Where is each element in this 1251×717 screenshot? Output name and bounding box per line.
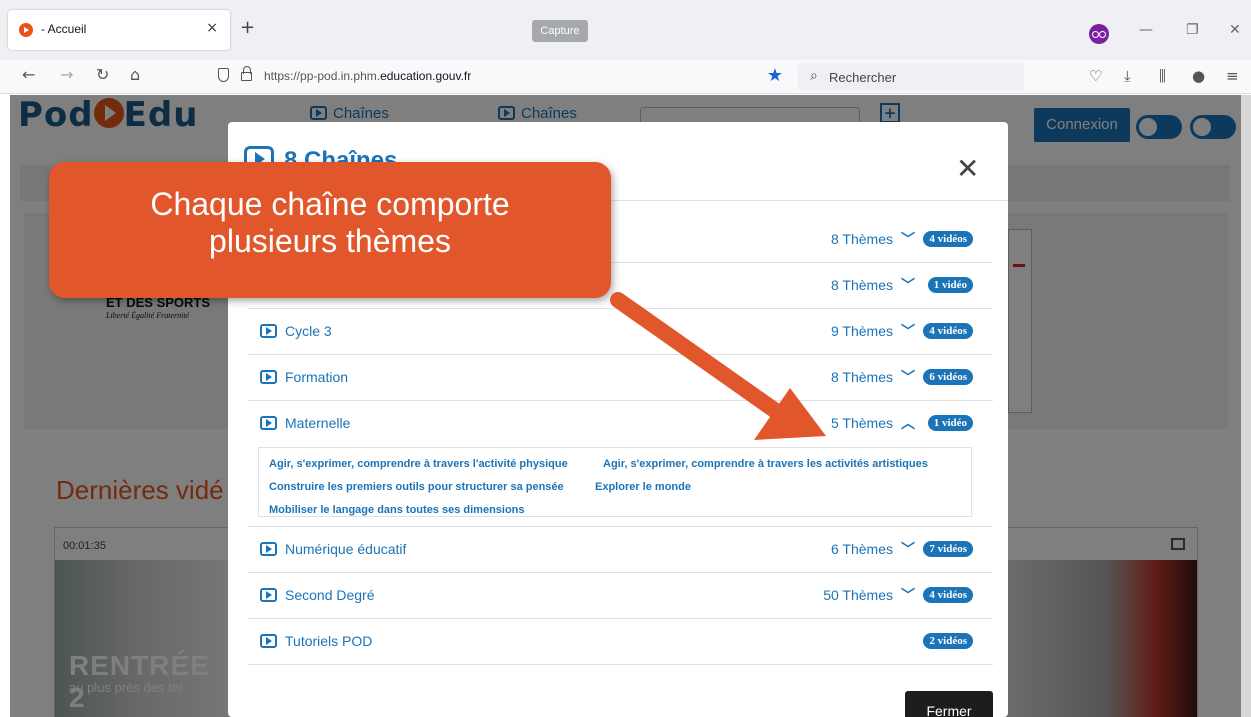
video-count-badge: 7 vidéos (923, 541, 973, 557)
channel-name[interactable]: Cycle 3 (285, 323, 332, 339)
browser-tab-bar: - Accueil × + — ❐ ✕ (0, 0, 1251, 60)
home-icon[interactable]: ⌂ (130, 65, 140, 84)
theme-list: Agir, s'exprimer, comprendre à travers l… (258, 447, 972, 517)
browser-search-bar[interactable]: ⌕ Rechercher (798, 63, 1024, 91)
channel-name[interactable]: Numérique éducatif (285, 541, 406, 557)
chevron-up-icon[interactable]: ︿ (901, 413, 915, 433)
chevron-down-icon[interactable]: ﹀ (901, 275, 915, 295)
play-icon (260, 634, 277, 648)
tutorial-callout: Chaque chaîne comporte plusieurs thèmes (49, 162, 611, 298)
download-icon[interactable]: ⤓ (1124, 67, 1131, 85)
channel-row[interactable]: Numérique éducatif 6 Thèmes ﹀ 7 vidéos (248, 527, 993, 573)
reload-icon[interactable]: ↻ (96, 65, 109, 84)
pod-favicon-icon (19, 23, 33, 37)
browser-nav-bar: ← → ↻ ⌂ https://pp-pod.in.phm.education.… (0, 60, 1251, 94)
video-count-badge: 2 vidéos (923, 633, 973, 649)
account-icon[interactable]: ● (1192, 67, 1205, 85)
channel-row[interactable]: Tutoriels POD 2 vidéos (248, 619, 993, 665)
channel-name[interactable]: Maternelle (285, 415, 350, 431)
channel-themes-toggle[interactable]: 50 Thèmes (823, 587, 893, 603)
channel-themes-toggle[interactable]: 8 Thèmes (831, 231, 893, 247)
fermer-button[interactable]: Fermer (905, 691, 993, 717)
channel-themes-toggle[interactable]: 8 Thèmes (831, 277, 893, 293)
search-icon: ⌕ (810, 68, 818, 84)
minimize-button[interactable]: — (1139, 22, 1153, 38)
address-bar[interactable]: https://pp-pod.in.phm.education.gouv.fr … (206, 63, 789, 91)
channel-name[interactable]: Second Degré (285, 587, 375, 603)
modal-close-icon[interactable]: ✕ (956, 152, 979, 185)
chevron-down-icon[interactable]: ﹀ (901, 229, 915, 249)
page-scrollbar[interactable] (1241, 95, 1251, 717)
window-close-button[interactable]: ✕ (1229, 22, 1241, 38)
capture-tooltip: Capture (532, 20, 588, 42)
new-tab-button[interactable]: + (240, 17, 255, 38)
theme-link[interactable]: Explorer le monde (595, 481, 691, 493)
channel-themes-toggle[interactable]: 8 Thèmes (831, 369, 893, 385)
callout-line-2: plusieurs thèmes (209, 223, 451, 259)
private-mask-icon[interactable] (1089, 24, 1109, 44)
video-count-badge: 6 vidéos (923, 369, 973, 385)
channel-themes-toggle[interactable]: 6 Thèmes (831, 541, 893, 557)
chevron-down-icon[interactable]: ﹀ (901, 539, 915, 559)
channel-name[interactable]: Tutoriels POD (285, 633, 372, 649)
tab-title: - Accueil (41, 22, 87, 36)
play-icon (260, 542, 277, 556)
browser-tab-accueil[interactable]: - Accueil × (8, 10, 230, 50)
channel-name[interactable]: Formation (285, 369, 348, 385)
tracking-shield-icon[interactable] (218, 68, 229, 82)
channel-row[interactable]: Cycle 3 9 Thèmes ﹀ 4 vidéos (248, 309, 993, 355)
video-count-badge: 4 vidéos (923, 231, 973, 247)
channel-row[interactable]: Formation 8 Thèmes ﹀ 6 vidéos (248, 355, 993, 401)
video-count-badge: 4 vidéos (923, 323, 973, 339)
bookmark-star-icon[interactable]: ★ (767, 65, 783, 86)
play-icon (260, 588, 277, 602)
channel-themes-toggle[interactable]: 9 Thèmes (831, 323, 893, 339)
play-icon (260, 370, 277, 384)
play-icon (260, 416, 277, 430)
play-icon (260, 324, 277, 338)
forward-arrow-icon[interactable]: → (60, 65, 73, 84)
chevron-down-icon[interactable]: ﹀ (901, 585, 915, 605)
pocket-icon[interactable]: ♡ (1089, 67, 1102, 85)
search-placeholder: Rechercher (829, 70, 897, 85)
url-text[interactable]: https://pp-pod.in.phm.education.gouv.fr (264, 69, 471, 83)
channel-row[interactable]: Maternelle 5 Thèmes ︿ 1 vidéo Agir, s'exprim… (248, 401, 993, 527)
video-count-badge: 1 vidéo (927, 415, 973, 431)
video-count-badge: 4 vidéos (923, 587, 973, 603)
callout-line-1: Chaque chaîne comporte (150, 186, 510, 222)
channel-row[interactable]: Second Degré 50 Thèmes ﹀ 4 vidéos (248, 573, 993, 619)
video-count-badge: 1 vidéo (927, 277, 973, 293)
theme-link[interactable]: Agir, s'exprimer, comprendre à travers l… (603, 458, 928, 470)
theme-link[interactable]: Mobiliser le langage dans toutes ses dim… (269, 504, 525, 516)
chevron-down-icon[interactable]: ﹀ (901, 321, 915, 341)
tab-close-icon[interactable]: × (206, 20, 218, 36)
theme-link[interactable]: Agir, s'exprimer, comprendre à travers l… (269, 458, 568, 470)
library-icon[interactable]: ⫼ (1159, 67, 1166, 85)
restore-button[interactable]: ❐ (1186, 22, 1199, 38)
lock-icon[interactable] (241, 66, 252, 81)
chevron-down-icon[interactable]: ﹀ (901, 367, 915, 387)
theme-link[interactable]: Construire les premiers outils pour stru… (269, 481, 564, 493)
menu-icon[interactable]: ≡ (1226, 67, 1239, 85)
channel-themes-toggle[interactable]: 5 Thèmes (831, 415, 893, 431)
back-arrow-icon[interactable]: ← (22, 65, 35, 84)
